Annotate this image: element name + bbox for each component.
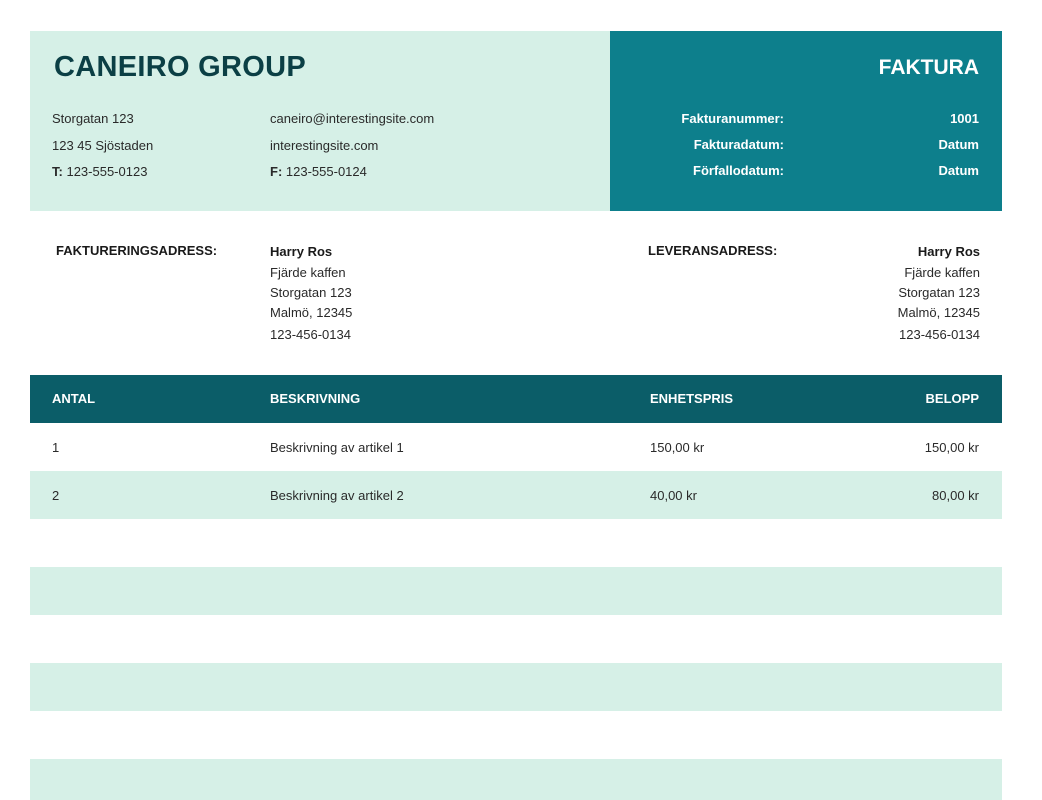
shipping-address-heading: LEVERANSADRESS:	[648, 243, 778, 258]
company-fax: F: 123-555-0124	[270, 164, 367, 179]
due-date-label: Förfallodatum:	[693, 163, 784, 178]
empty-table-row	[30, 615, 1002, 663]
billing-address-heading: FAKTURERINGSADRESS:	[56, 243, 218, 258]
invoice-date-value: Datum	[938, 137, 979, 152]
billing-name: Harry Ros	[270, 244, 333, 259]
row-qty: 2	[52, 488, 60, 503]
empty-table-row	[30, 759, 1002, 800]
invoice-date-label: Fakturadatum:	[693, 137, 784, 152]
row-unit-price: 40,00 kr	[650, 488, 697, 503]
row-amount: 80,00 kr	[932, 488, 979, 503]
company-phone: T: 123-555-0123	[52, 164, 147, 179]
row-amount: 150,00 kr	[924, 440, 979, 455]
company-postal-city: 123 45 Sjöstaden	[52, 138, 154, 153]
invoice-meta-panel: FAKTURA Fakturanummer: 1001 Fakturadatum…	[610, 31, 1002, 211]
row-qty: 1	[52, 440, 60, 455]
column-header-amount: BELOPP	[925, 391, 979, 406]
billing-line: Storgatan 123	[270, 285, 352, 300]
shipping-name: Harry Ros	[917, 244, 980, 259]
table-row: 1 Beskrivning av artikel 1 150,00 kr 150…	[30, 423, 1002, 471]
invoice-title: FAKTURA	[878, 56, 979, 79]
invoice-number-label: Fakturanummer:	[681, 111, 784, 126]
empty-table-row	[30, 519, 1002, 567]
due-date-value: Datum	[938, 163, 979, 178]
empty-table-row	[30, 567, 1002, 615]
shipping-line: Storgatan 123	[898, 285, 980, 300]
row-description: Beskrivning av artikel 2	[270, 488, 404, 503]
company-email[interactable]: caneiro@interestingsite.com	[270, 111, 434, 126]
company-info-panel: CANEIRO GROUP Storgatan 123 123 45 Sjöst…	[30, 31, 610, 211]
table-row: 2 Beskrivning av artikel 2 40,00 kr 80,0…	[30, 471, 1002, 519]
phone-prefix: T:	[52, 164, 63, 179]
invoice-header: CANEIRO GROUP Storgatan 123 123 45 Sjöst…	[30, 31, 1002, 211]
column-header-description: BESKRIVNING	[270, 391, 361, 406]
fax-prefix: F:	[270, 164, 283, 179]
fax-number: 123-555-0124	[285, 164, 367, 179]
empty-table-row	[30, 663, 1002, 711]
billing-phone: 123-456-0134	[270, 327, 351, 342]
items-table-header: ANTAL BESKRIVNING ENHETSPRIS BELOPP	[30, 375, 1002, 423]
billing-line: Malmö, 12345	[270, 305, 353, 320]
column-header-unit-price: ENHETSPRIS	[650, 391, 734, 406]
billing-line: Fjärde kaffen	[270, 265, 346, 280]
shipping-line: Malmö, 12345	[897, 305, 980, 320]
row-unit-price: 150,00 kr	[650, 440, 705, 455]
company-name: CANEIRO GROUP	[54, 51, 307, 83]
phone-number: 123-555-0123	[66, 164, 148, 179]
shipping-phone: 123-456-0134	[899, 327, 980, 342]
company-website[interactable]: interestingsite.com	[270, 138, 378, 153]
company-street: Storgatan 123	[52, 111, 134, 126]
column-header-qty: ANTAL	[52, 391, 96, 406]
row-description: Beskrivning av artikel 1	[270, 440, 404, 455]
shipping-line: Fjärde kaffen	[904, 265, 980, 280]
empty-table-row	[30, 711, 1002, 759]
invoice-number-value: 1001	[950, 111, 979, 126]
